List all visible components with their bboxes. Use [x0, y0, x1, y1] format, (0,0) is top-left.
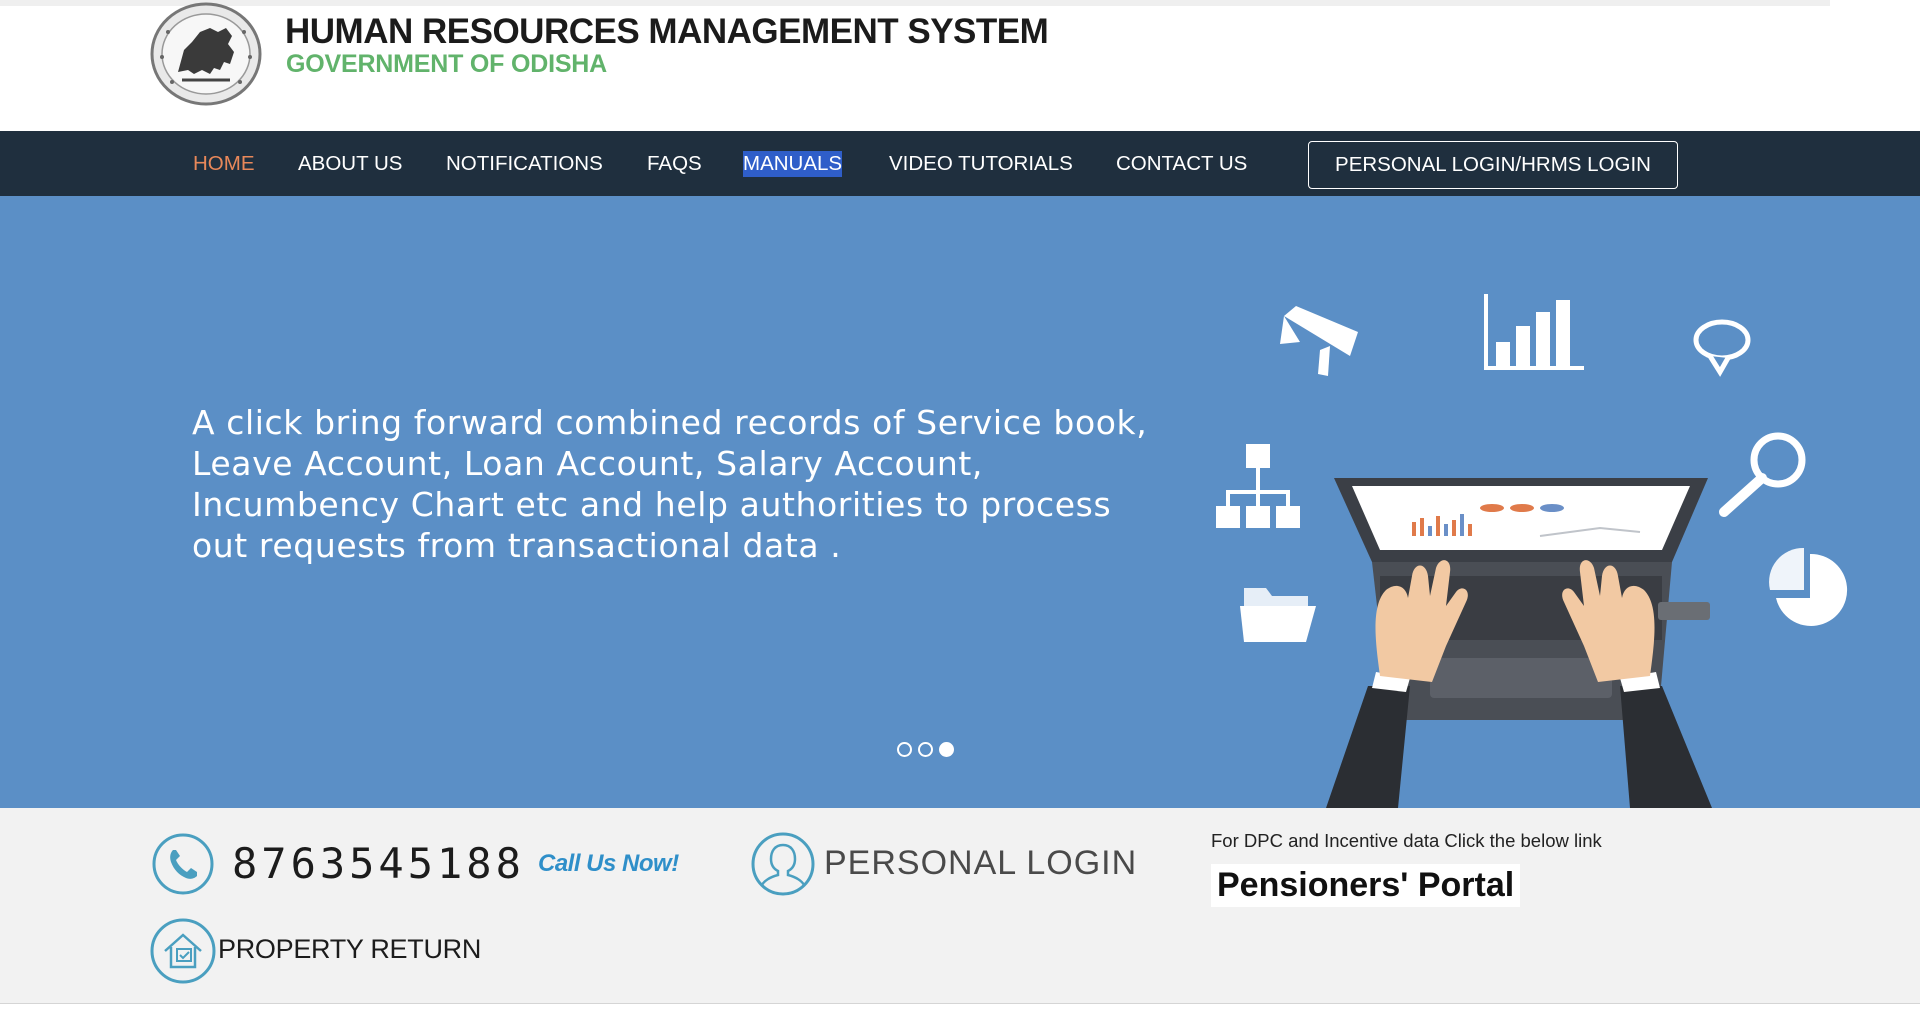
personal-login-link[interactable]: PERSONAL LOGIN: [824, 844, 1137, 883]
nav-item-manuals[interactable]: MANUALS: [743, 151, 843, 177]
site-header: HUMAN RESOURCES MANAGEMENT SYSTEM GOVERN…: [0, 0, 1920, 131]
megaphone-icon: [1280, 306, 1358, 376]
top-divider: [0, 0, 1830, 6]
folder-icon: [1240, 588, 1316, 642]
banner-text: A click bring forward combined records o…: [192, 403, 1148, 565]
nav-item-home[interactable]: HOME: [193, 151, 255, 177]
nav-item-faqs[interactable]: FAQS: [647, 151, 702, 177]
nav-item-notifications[interactable]: NOTIFICATIONS: [446, 151, 603, 177]
pensioners-portal-link[interactable]: Pensioners' Portal: [1211, 864, 1521, 907]
slider-dots: [897, 742, 954, 757]
nav-item-video-tutorials[interactable]: VIDEO TUTORIALS: [889, 151, 1073, 177]
user-icon[interactable]: [750, 831, 816, 897]
hrms-login-button[interactable]: PERSONAL LOGIN/HRMS LOGIN: [1308, 141, 1678, 189]
slider-dot-3[interactable]: [939, 742, 954, 757]
org-chart-icon: [1216, 444, 1300, 528]
magnifier-icon: [1719, 432, 1806, 517]
hero-banner: A click bring forward combined records o…: [0, 196, 1920, 808]
bar-chart-icon: [1484, 294, 1584, 370]
slider-dot-1[interactable]: [897, 742, 912, 757]
call-now-text: Call Us Now!: [538, 850, 679, 877]
info-strip: 8763545188 Call Us Now! PERSONAL LOGIN F…: [0, 808, 1920, 1004]
laptop-illustration: [1216, 294, 1848, 808]
property-return-link[interactable]: PROPERTY RETURN: [218, 934, 481, 965]
slider-dot-2[interactable]: [918, 742, 933, 757]
dpc-info-text: For DPC and Incentive data Click the bel…: [1211, 830, 1602, 851]
house-icon[interactable]: [149, 917, 217, 985]
phone-number[interactable]: 8763545188: [232, 839, 525, 888]
phone-icon[interactable]: [151, 832, 215, 896]
site-title: HUMAN RESOURCES MANAGEMENT SYSTEM: [285, 12, 1049, 51]
site-subtitle: GOVERNMENT OF ODISHA: [286, 50, 608, 78]
main-nav: HOME ABOUT US NOTIFICATIONS FAQS MANUALS…: [0, 131, 1920, 196]
nav-item-about-us[interactable]: ABOUT US: [298, 151, 402, 177]
odisha-emblem-icon[interactable]: [148, 2, 264, 106]
speech-bubble-icon: [1693, 319, 1751, 377]
pie-chart-icon: [1769, 547, 1848, 626]
nav-item-contact-us[interactable]: CONTACT US: [1116, 151, 1247, 177]
